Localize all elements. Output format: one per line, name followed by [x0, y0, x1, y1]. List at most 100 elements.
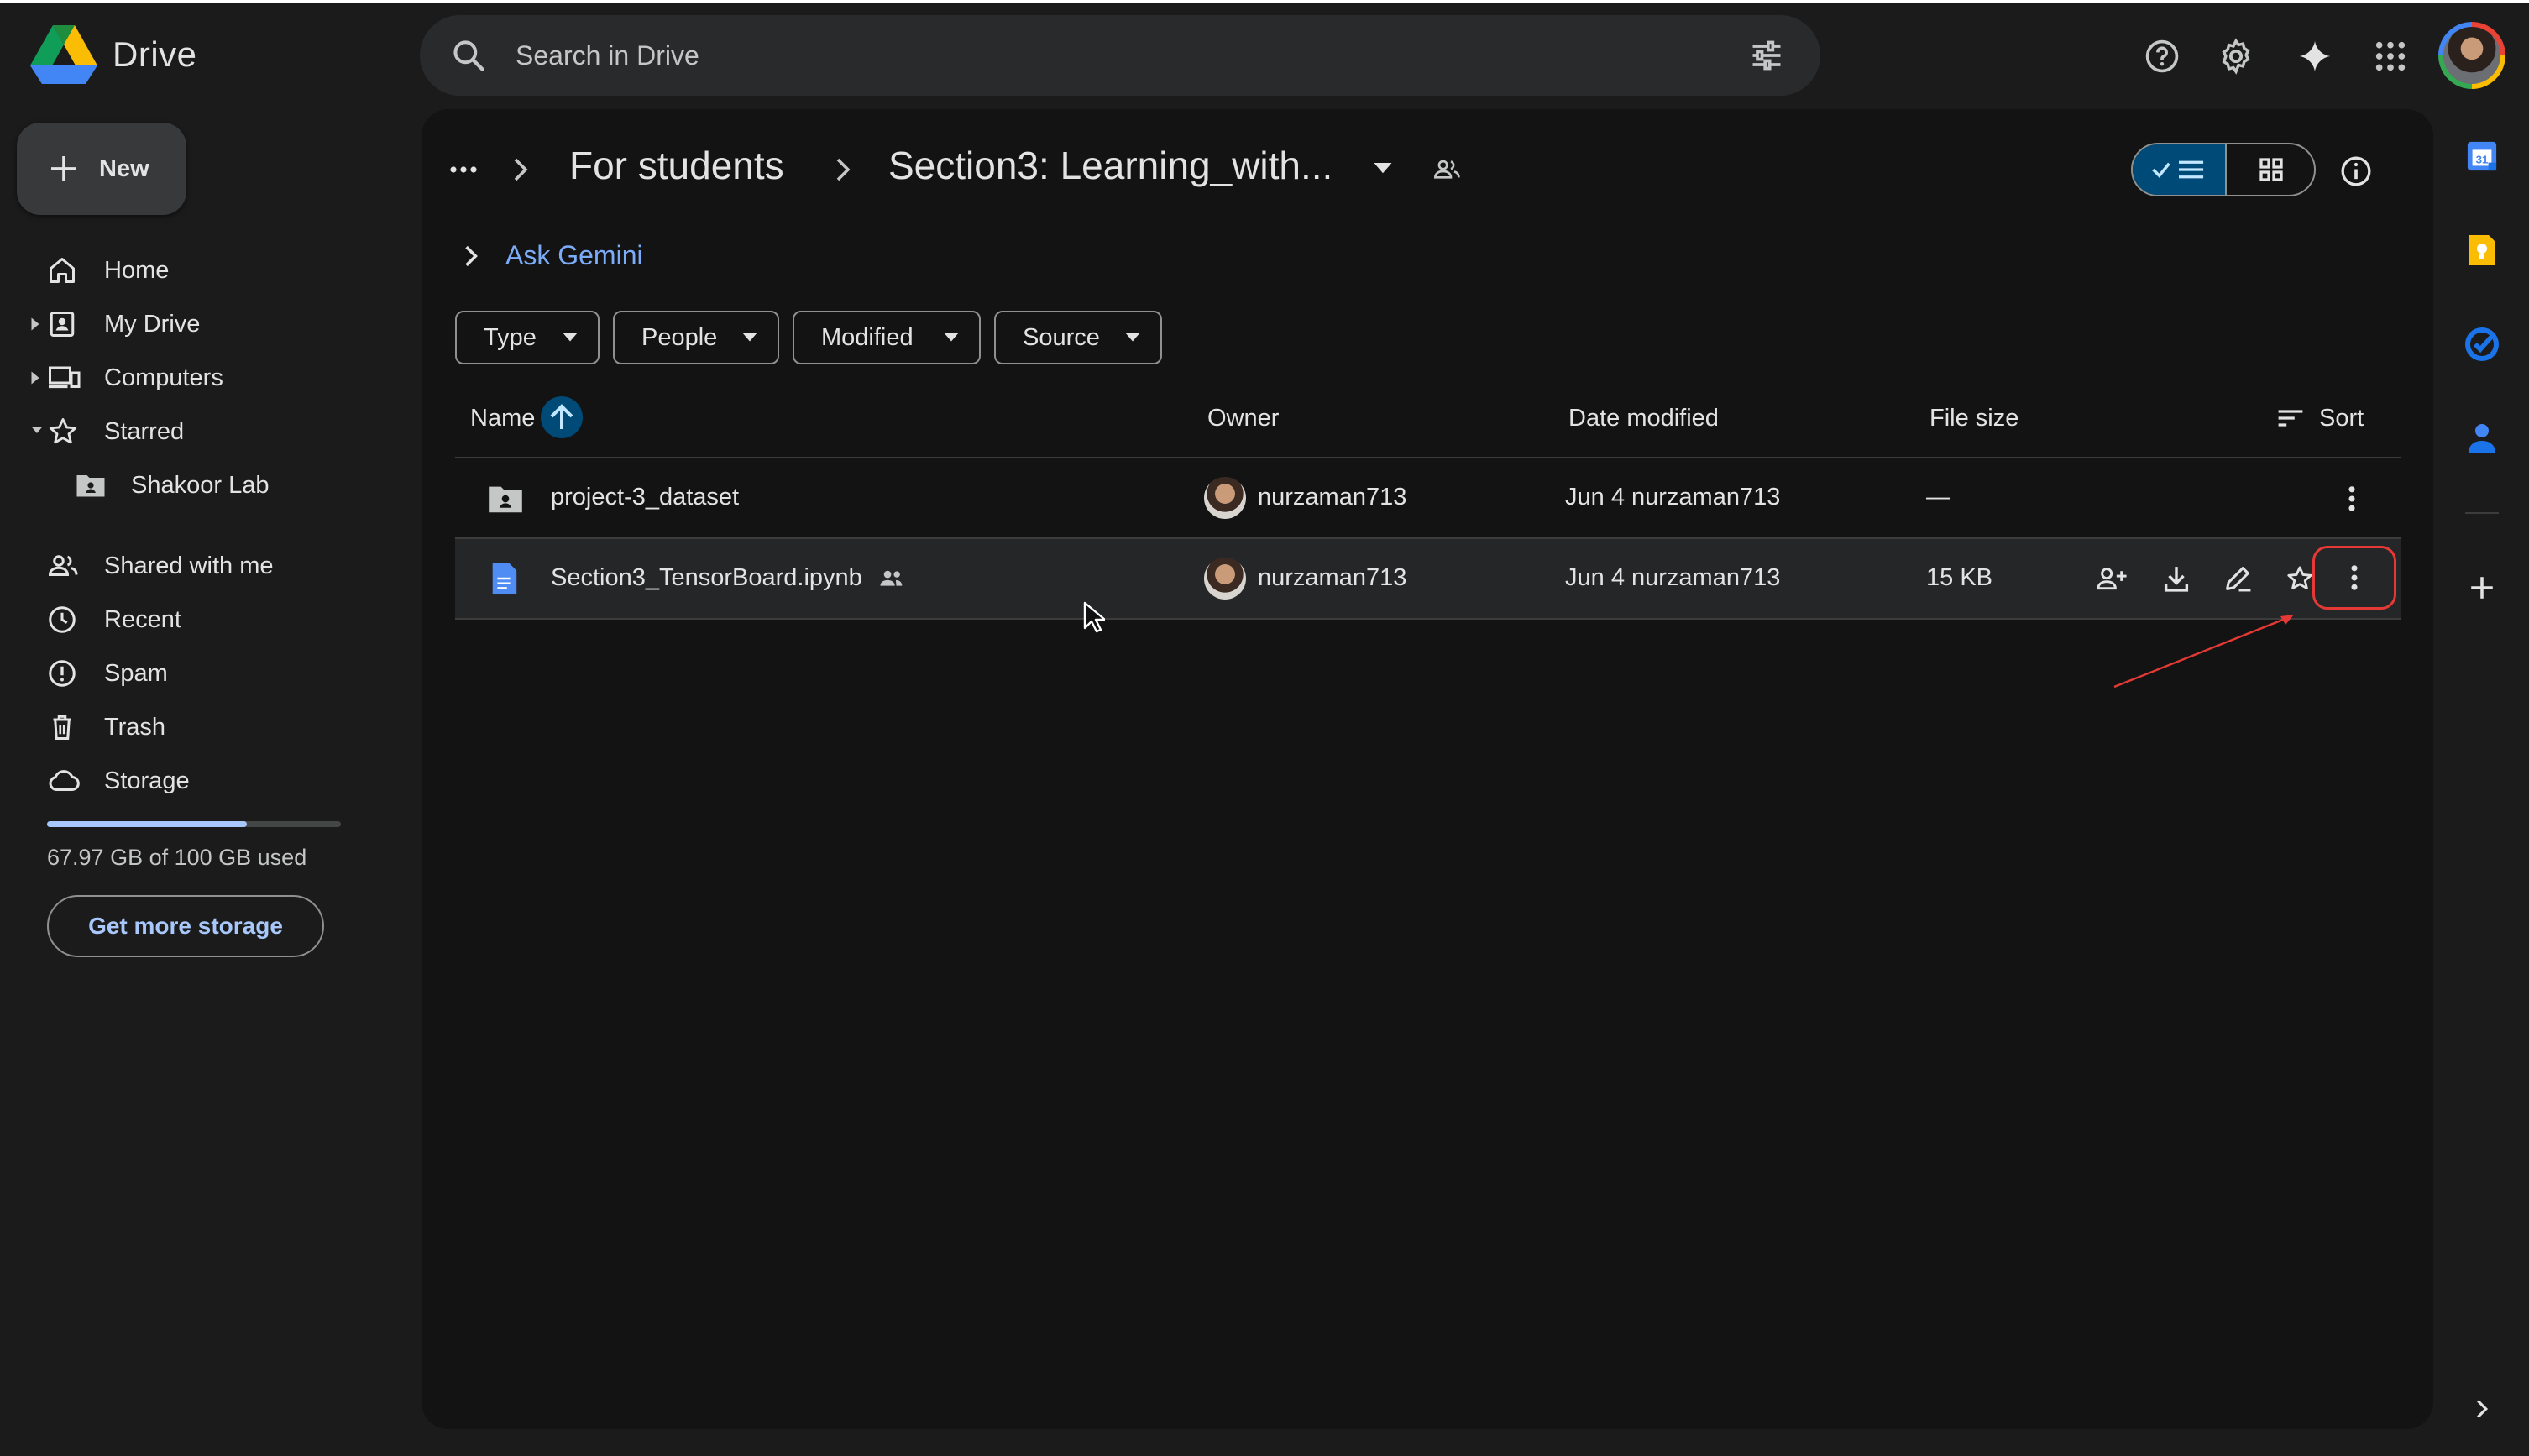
contacts-app-button[interactable] — [2465, 422, 2499, 455]
sidebar-item-home[interactable]: Home — [17, 244, 386, 297]
svg-text:31: 31 — [2476, 154, 2489, 166]
dropdown-arrow-icon — [563, 333, 578, 342]
rail-divider — [2465, 512, 2499, 514]
get-addons-button[interactable] — [2465, 571, 2499, 605]
get-more-storage-button[interactable]: Get more storage — [47, 895, 324, 957]
help-icon — [2145, 39, 2179, 73]
cloud-icon — [49, 770, 80, 792]
apps-button[interactable] — [2369, 35, 2411, 77]
my-drive-icon — [50, 312, 75, 337]
dropdown-arrow-icon — [742, 333, 757, 342]
tasks-app-button[interactable] — [2465, 327, 2499, 361]
caret-right-icon[interactable] — [30, 317, 40, 332]
filter-modified[interactable]: Modified — [793, 311, 981, 364]
breadcrumb-overflow-button[interactable] — [445, 155, 482, 185]
column-header-date-modified[interactable]: Date modified — [1568, 405, 1719, 432]
help-button[interactable] — [2141, 35, 2183, 77]
contacts-icon — [2469, 424, 2495, 453]
grid-icon — [2259, 158, 2283, 181]
ask-gemini-link[interactable]: Ask Gemini — [505, 240, 643, 271]
file-name[interactable]: Section3_TensorBoard.ipynb — [551, 564, 862, 592]
shared-people-icon — [880, 570, 903, 586]
calendar-icon: 31 — [2467, 141, 2497, 171]
list-view-button[interactable] — [2133, 144, 2225, 195]
filter-source[interactable]: Source — [994, 311, 1162, 364]
owner-avatar — [1204, 558, 1246, 600]
column-header-name[interactable]: Name — [470, 405, 535, 432]
more-vertical-icon — [2351, 565, 2358, 590]
sidebar-item-shared-with-me[interactable]: Shared with me — [17, 539, 386, 593]
grid-view-button[interactable] — [2225, 144, 2314, 195]
plus-icon — [2471, 577, 2493, 599]
download-icon[interactable] — [2163, 564, 2190, 593]
sidebar-item-shakoor-lab[interactable]: Shakoor Lab — [17, 458, 386, 512]
table-row[interactable]: project-3_dataset nurzaman713 Jun 4 nurz… — [455, 458, 2401, 537]
chevron-right-icon[interactable] — [463, 245, 479, 267]
details-button[interactable] — [2334, 149, 2378, 193]
gemini-button[interactable] — [2294, 35, 2336, 77]
clock-icon — [49, 606, 76, 633]
drive-logo-icon — [30, 25, 97, 84]
rename-icon[interactable] — [2223, 564, 2252, 593]
spam-icon — [49, 660, 76, 687]
caret-right-icon[interactable] — [30, 370, 40, 385]
sidebar-item-label: Computers — [104, 364, 223, 391]
sort-button[interactable]: Sort — [2277, 401, 2364, 435]
view-toggle[interactable] — [2131, 143, 2316, 196]
keep-app-button[interactable] — [2465, 233, 2499, 267]
column-header-file-size[interactable]: File size — [1929, 405, 2018, 432]
mouse-cursor-icon — [1083, 601, 1105, 633]
search-input[interactable]: Search in Drive — [516, 40, 699, 71]
chevron-right-icon — [836, 158, 851, 181]
search-options-icon[interactable] — [1748, 37, 1785, 74]
dropdown-arrow-icon — [1125, 333, 1140, 342]
table-row[interactable]: Section3_TensorBoard.ipynb nurzaman713 J… — [455, 539, 2401, 618]
sidebar-item-storage[interactable]: Storage — [17, 754, 386, 808]
sort-direction-button[interactable] — [541, 396, 583, 438]
storage-usage-fill — [47, 821, 247, 827]
settings-button[interactable] — [2215, 35, 2257, 77]
dropdown-arrow-icon[interactable] — [1374, 163, 1392, 175]
new-button[interactable]: New — [17, 123, 186, 215]
search-bar[interactable]: Search in Drive — [420, 15, 1820, 96]
date-modified: Jun 4 nurzaman713 — [1565, 564, 1781, 591]
notebook-file-icon — [492, 563, 517, 594]
more-vertical-icon[interactable] — [2348, 485, 2356, 512]
breadcrumb-current[interactable]: Section3: Learning_with... — [888, 143, 1333, 188]
filter-label: Source — [1023, 323, 1100, 351]
filter-type[interactable]: Type — [455, 311, 600, 364]
sidebar-item-trash[interactable]: Trash — [17, 700, 386, 754]
drive-logo[interactable]: Drive — [30, 25, 197, 84]
owner-name: nurzaman713 — [1258, 564, 1407, 591]
keep-icon — [2469, 235, 2495, 265]
file-name[interactable]: project-3_dataset — [551, 484, 739, 511]
account-avatar[interactable] — [2438, 22, 2505, 89]
filter-label: Type — [484, 323, 537, 351]
sidebar-item-recent[interactable]: Recent — [17, 593, 386, 647]
breadcrumb-parent[interactable]: For students — [569, 143, 784, 188]
sidebar-item-label: Storage — [104, 767, 190, 794]
sidebar-item-spam[interactable]: Spam — [17, 647, 386, 700]
more-actions-button[interactable] — [2312, 546, 2396, 610]
expand-side-panel-button[interactable] — [2465, 1392, 2499, 1426]
app-title: Drive — [113, 34, 197, 74]
calendar-app-button[interactable]: 31 — [2465, 139, 2499, 173]
search-icon — [453, 40, 484, 71]
sort-label: Sort — [2319, 404, 2364, 432]
tasks-icon — [2465, 327, 2499, 361]
sidebar-item-label: Trash — [104, 713, 166, 741]
share-icon[interactable] — [2096, 564, 2128, 593]
caret-down-icon[interactable] — [30, 424, 44, 436]
sidebar-item-my-drive[interactable]: My Drive — [17, 297, 386, 351]
sidebar-item-computers[interactable]: Computers — [17, 351, 386, 405]
gear-icon — [2222, 38, 2250, 75]
sidebar-item-starred[interactable]: Starred — [17, 405, 386, 458]
filter-label: People — [641, 323, 718, 351]
more-horizontal-icon — [450, 166, 477, 173]
star-icon[interactable] — [2286, 564, 2314, 593]
filter-people[interactable]: People — [613, 311, 779, 364]
main-panel — [422, 109, 2433, 1429]
shared-folder-icon — [489, 486, 522, 513]
shared-people-icon — [1433, 160, 1460, 179]
top-edge — [0, 0, 2529, 3]
